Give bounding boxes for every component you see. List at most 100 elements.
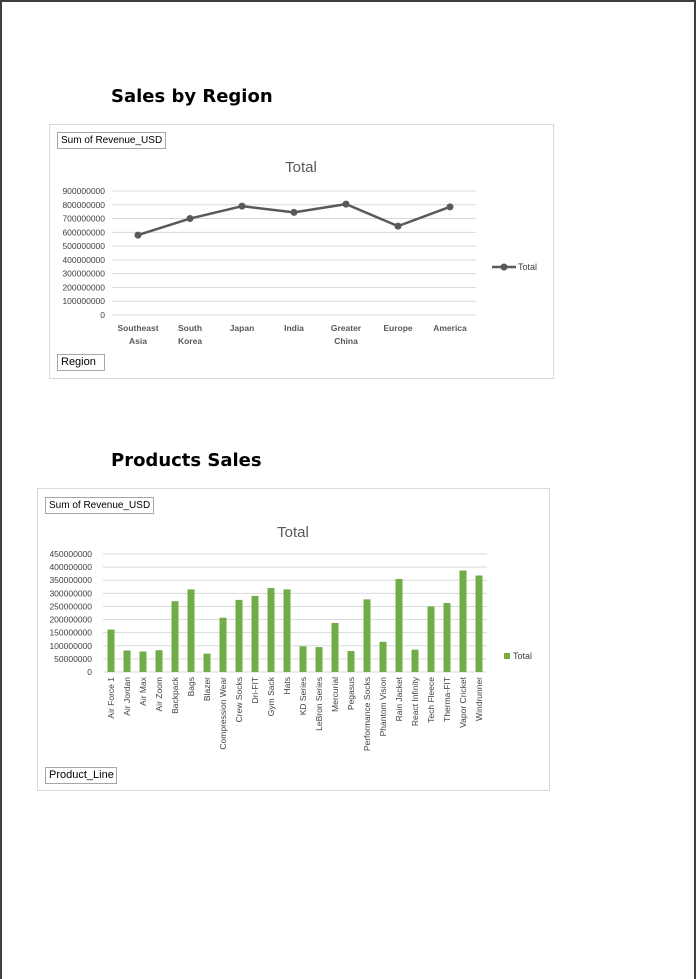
product-bar — [203, 653, 211, 672]
product-x-tick-label: React Infinity — [410, 676, 420, 726]
region-y-tick-label: 800000000 — [62, 200, 105, 210]
region-data-point — [342, 200, 350, 208]
product-axis-field-button[interactable]: Product_Line — [45, 767, 117, 784]
product-x-tick-label: Pegasus — [346, 677, 356, 710]
product-chart-frame[interactable]: Sum of Revenue_USD Total 0 50000000 100000… — [37, 488, 550, 791]
product-x-tick-label: Windrunner — [474, 677, 484, 721]
region-data-point — [394, 222, 402, 230]
product-y-tick-label: 200000000 — [49, 615, 92, 625]
product-bar — [187, 589, 195, 672]
product-x-tick-label: Performance Socks — [362, 677, 372, 751]
product-bar — [107, 629, 115, 672]
product-bar — [427, 606, 435, 672]
region-legend-marker — [500, 263, 508, 271]
product-bar — [315, 647, 323, 672]
region-y-tick-label: 100000000 — [62, 296, 105, 306]
product-bar — [251, 595, 259, 672]
region-y-tick-label: 600000000 — [62, 227, 105, 237]
region-y-tick-label: 700000000 — [62, 214, 105, 224]
region-x-tick-label: Southeast — [117, 323, 158, 333]
region-data-point — [134, 231, 142, 239]
region-y-tick-label: 200000000 — [62, 282, 105, 292]
product-x-tick-label: Tech Fleece — [426, 677, 436, 723]
product-y-tick-label: 50000000 — [54, 654, 92, 664]
product-x-tick-label: Air Zoom — [154, 677, 164, 711]
region-series-line — [137, 202, 451, 237]
region-x-tick-label: India — [284, 323, 304, 333]
region-data-point — [238, 202, 246, 210]
product-x-tick-label: Air Max — [138, 676, 148, 706]
product-y-tick-label: 0 — [87, 667, 92, 677]
product-x-tick-label: Dri-FIT — [250, 677, 260, 703]
product-bar — [155, 650, 163, 672]
region-chart-title: Total — [285, 159, 317, 176]
region-y-tick-label: 900000000 — [62, 186, 105, 196]
region-x-tick-label: Korea — [178, 336, 202, 346]
region-x-tick-label: Greater — [331, 323, 362, 333]
product-bar — [443, 603, 451, 672]
product-bar — [235, 599, 243, 672]
product-bar — [267, 588, 275, 672]
product-x-tick-label: Compression Wear — [218, 677, 228, 750]
product-chart-title: Total — [277, 524, 309, 541]
region-data-point — [186, 215, 194, 223]
product-legend-swatch — [504, 653, 510, 659]
region-y-tick-label: 0 — [100, 310, 105, 320]
region-x-tick-label: America — [433, 323, 467, 333]
region-y-tick-label: 400000000 — [62, 255, 105, 265]
region-x-tick-label: South — [178, 323, 202, 333]
region-x-tick-label: Asia — [129, 336, 147, 346]
product-bar — [139, 651, 147, 672]
product-y-tick-label: 100000000 — [49, 641, 92, 651]
product-x-tick-label: KD Series — [298, 677, 308, 715]
product-x-tick-label: Air Force 1 — [106, 677, 116, 719]
region-chart-frame[interactable]: Sum of Revenue_USD Total 0 100000000 20000… — [49, 124, 554, 379]
product-bar — [299, 646, 307, 672]
product-bar — [459, 570, 467, 672]
product-bar — [219, 617, 227, 672]
region-y-tick-label: 500000000 — [62, 241, 105, 251]
product-x-tick-label: Therma-FIT — [442, 677, 452, 722]
region-data-point — [446, 203, 454, 211]
region-legend-label: Total — [518, 262, 537, 272]
product-x-tick-label: Hats — [282, 677, 292, 694]
product-y-tick-label: 150000000 — [49, 628, 92, 638]
region-x-tick-label: Europe — [383, 323, 413, 333]
product-bar — [347, 651, 355, 672]
product-bar-chart: Total 0 50000000 100000000 150000000 2000000… — [49, 524, 532, 751]
product-legend-label: Total — [513, 651, 532, 661]
product-bar — [379, 641, 387, 672]
product-x-tick-label: Vapor Cricket — [458, 676, 468, 727]
product-bar — [363, 599, 371, 672]
region-section-title: Sales by Region — [111, 86, 273, 107]
product-bar — [475, 575, 483, 672]
product-x-tick-label: Mercurial — [330, 677, 340, 712]
product-y-tick-label: 250000000 — [49, 601, 92, 611]
product-x-tick-label: Rain Jacket — [394, 676, 404, 721]
product-x-tick-label: Gym Sack — [266, 676, 276, 716]
product-x-tick-label: LeBron Series — [314, 677, 324, 731]
region-data-point — [290, 208, 298, 216]
product-bar — [171, 601, 179, 672]
product-x-tick-label: Phantom Vision — [378, 677, 388, 737]
product-bar — [331, 622, 339, 672]
product-bar — [283, 589, 291, 672]
product-y-tick-label: 300000000 — [49, 588, 92, 598]
product-y-tick-label: 400000000 — [49, 562, 92, 572]
product-section-title: Products Sales — [111, 450, 262, 471]
product-bar — [411, 649, 419, 672]
product-bar — [395, 578, 403, 672]
product-x-tick-label: Air Jordan — [122, 677, 132, 716]
product-y-tick-label: 350000000 — [49, 575, 92, 585]
region-x-tick-label: Japan — [230, 323, 255, 333]
product-x-tick-label: Blazer — [202, 677, 212, 701]
product-x-tick-label: Backpack — [170, 676, 180, 714]
region-axis-field-button[interactable]: Region — [57, 354, 105, 371]
product-x-tick-label: Crew Socks — [234, 677, 244, 722]
product-bar — [123, 650, 131, 672]
region-line-chart: Total 0 100000000 200000000 300000000 400000… — [62, 159, 537, 346]
region-x-tick-label: China — [334, 336, 358, 346]
region-y-tick-label: 300000000 — [62, 269, 105, 279]
product-y-tick-label: 450000000 — [49, 549, 92, 559]
product-x-tick-label: Bags — [186, 677, 196, 696]
